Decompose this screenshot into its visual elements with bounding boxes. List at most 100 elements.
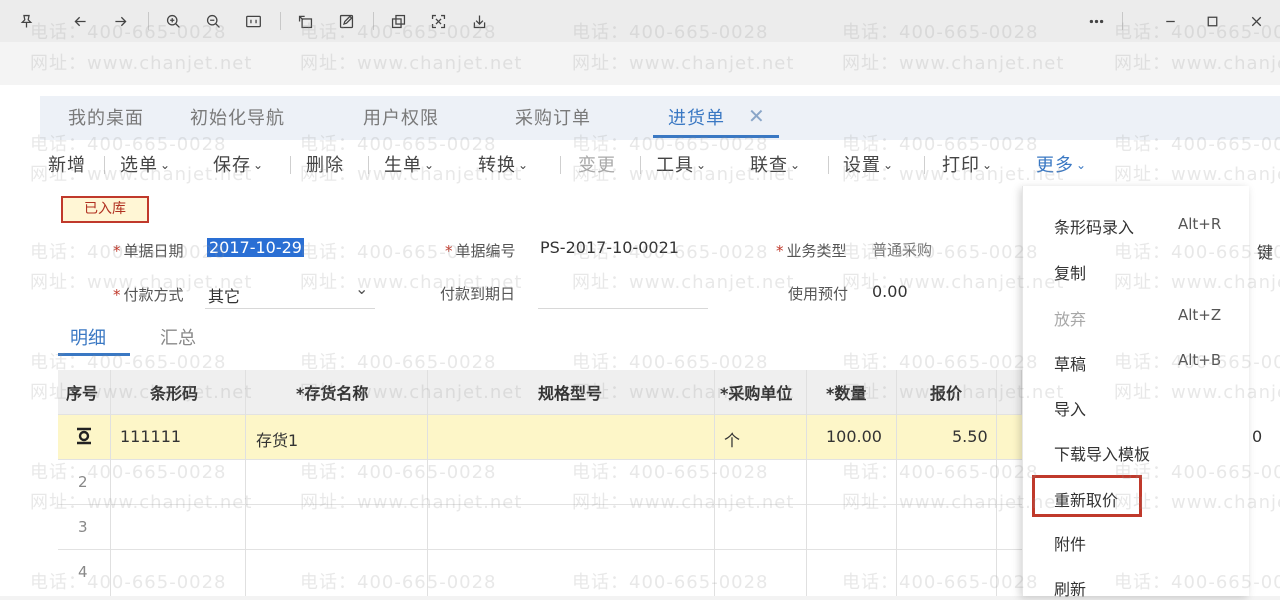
viewer-toolbar bbox=[0, 0, 1280, 42]
menu-item-discard[interactable]: 放弃 bbox=[1054, 306, 1086, 330]
row-number: 3 bbox=[78, 518, 88, 536]
save-label: 保存 bbox=[213, 155, 251, 176]
more-button[interactable]: 更多 ⌄ bbox=[1036, 151, 1087, 177]
date-label: * 单据日期 bbox=[113, 240, 184, 261]
convert-button[interactable]: 转换 ⌄ bbox=[478, 151, 529, 177]
highlight-box bbox=[1032, 475, 1142, 517]
biztype-label-text: 业务类型 bbox=[786, 242, 847, 260]
settings-button[interactable]: 设置 ⌄ bbox=[843, 151, 894, 177]
cell-qty[interactable]: 100.00 bbox=[826, 427, 882, 446]
date-field-value: 2017-10-29 bbox=[207, 238, 304, 257]
chevron-down-icon: ⌄ bbox=[1076, 158, 1088, 172]
print-button[interactable]: 打印 ⌄ bbox=[942, 151, 993, 177]
menu-item-draft[interactable]: 草稿 bbox=[1054, 351, 1086, 375]
shortcut-label: Alt+B bbox=[1178, 351, 1222, 369]
new-button[interactable]: 新增 bbox=[48, 151, 86, 177]
tab-detail[interactable]: 明细 bbox=[70, 324, 106, 350]
edit-icon[interactable] bbox=[332, 7, 360, 35]
shortcut-label: Alt+Z bbox=[1178, 306, 1222, 324]
col-header-index: 序号 bbox=[66, 384, 99, 403]
prepay-field[interactable]: 0.00 bbox=[872, 282, 908, 301]
cut-off-label: 键 bbox=[1257, 243, 1274, 262]
active-tab-indicator bbox=[653, 135, 779, 138]
col-header-name: *存货名称 bbox=[296, 384, 369, 403]
shortcut-label: Alt+R bbox=[1178, 215, 1222, 233]
required-mark: * bbox=[445, 242, 453, 260]
cell-price[interactable]: 5.50 bbox=[952, 427, 988, 446]
save-button[interactable]: 保存 ⌄ bbox=[213, 151, 264, 177]
change-button[interactable]: 变更 bbox=[578, 151, 616, 177]
zoom-out-icon[interactable] bbox=[199, 7, 227, 35]
required-mark: * bbox=[113, 286, 121, 304]
close-icon[interactable] bbox=[1242, 7, 1270, 35]
more-icon[interactable] bbox=[1082, 7, 1110, 35]
pin-icon[interactable] bbox=[12, 7, 40, 35]
cell-unit[interactable]: 个 bbox=[724, 427, 740, 451]
tab-receipt[interactable]: 进货单 bbox=[668, 104, 725, 130]
tab-init-guide[interactable]: 初始化导航 bbox=[190, 104, 285, 130]
query-button[interactable]: 联查 ⌄ bbox=[750, 151, 801, 177]
col-header-qty: *数量 bbox=[826, 384, 867, 403]
chevron-down-icon: ⌄ bbox=[883, 158, 895, 172]
menu-item-copy[interactable]: 复制 bbox=[1054, 260, 1086, 284]
generate-label: 生单 bbox=[384, 155, 422, 176]
chevron-down-icon: ⌄ bbox=[160, 158, 172, 172]
menu-item-attachment[interactable]: 附件 bbox=[1054, 531, 1086, 555]
payment-label-text: 付款方式 bbox=[123, 286, 184, 304]
fit-icon[interactable] bbox=[239, 7, 267, 35]
col-header-unit: *采购单位 bbox=[720, 384, 793, 403]
select-button[interactable]: 选单 ⌄ bbox=[120, 151, 171, 177]
tab-close-icon[interactable]: ✕ bbox=[748, 104, 765, 128]
forward-icon[interactable] bbox=[106, 7, 134, 35]
zoom-in-icon[interactable] bbox=[159, 7, 187, 35]
biztype-field[interactable]: 普通采购 bbox=[872, 239, 932, 260]
tab-user-permissions[interactable]: 用户权限 bbox=[363, 104, 439, 130]
cell-overflow: 0 bbox=[1252, 427, 1263, 446]
number-label: * 单据编号 bbox=[445, 240, 516, 261]
tab-purchase-order[interactable]: 采购订单 bbox=[515, 104, 591, 130]
delete-button[interactable]: 删除 bbox=[306, 151, 344, 177]
chevron-down-icon: ⌄ bbox=[790, 158, 802, 172]
minimize-icon[interactable] bbox=[1156, 7, 1184, 35]
required-mark: * bbox=[113, 242, 121, 260]
generate-button[interactable]: 生单 ⌄ bbox=[384, 151, 435, 177]
chevron-down-icon: ⌄ bbox=[518, 158, 530, 172]
due-date-field[interactable] bbox=[538, 308, 708, 309]
tab-my-desktop[interactable]: 我的桌面 bbox=[68, 104, 144, 130]
col-header-spec: 规格型号 bbox=[538, 384, 603, 403]
copy-text-icon[interactable] bbox=[384, 7, 412, 35]
number-label-text: 单据编号 bbox=[455, 242, 516, 260]
prepay-label: 使用预付 bbox=[788, 285, 849, 303]
settings-label: 设置 bbox=[843, 155, 881, 176]
status-badge-label: 已入库 bbox=[84, 201, 126, 217]
convert-label: 转换 bbox=[478, 155, 516, 176]
payment-label: * 付款方式 bbox=[113, 284, 184, 305]
crop-icon[interactable] bbox=[424, 7, 452, 35]
col-header-price: 报价 bbox=[930, 384, 963, 403]
tools-button[interactable]: 工具 ⌄ bbox=[656, 151, 707, 177]
chevron-down-icon: ⌄ bbox=[424, 158, 436, 172]
maximize-icon[interactable] bbox=[1198, 7, 1226, 35]
menu-item-barcode-entry[interactable]: 条形码录入 bbox=[1054, 214, 1134, 238]
chevron-down-icon[interactable]: ⌄ bbox=[355, 279, 368, 298]
payment-select[interactable]: 其它 bbox=[208, 283, 240, 307]
save-icon[interactable] bbox=[465, 7, 493, 35]
more-label: 更多 bbox=[1036, 155, 1074, 176]
barcode-scan-icon[interactable] bbox=[72, 424, 96, 452]
menu-item-refresh[interactable]: 刷新 bbox=[1054, 576, 1086, 600]
number-field[interactable]: PS-2017-10-0021 bbox=[540, 238, 679, 257]
rotate-icon[interactable] bbox=[291, 7, 319, 35]
cell-name[interactable]: 存货1 bbox=[256, 427, 298, 451]
query-label: 联查 bbox=[750, 155, 788, 176]
chevron-down-icon: ⌄ bbox=[253, 158, 265, 172]
date-label-text: 单据日期 bbox=[123, 242, 184, 260]
chevron-down-icon: ⌄ bbox=[982, 158, 994, 172]
tab-summary[interactable]: 汇总 bbox=[160, 324, 196, 350]
date-field[interactable]: 2017-10-29 bbox=[207, 238, 304, 257]
cell-barcode[interactable]: 111111 bbox=[120, 427, 181, 446]
status-badge: 已入库 bbox=[61, 196, 149, 223]
back-icon[interactable] bbox=[66, 7, 94, 35]
menu-item-import[interactable]: 导入 bbox=[1054, 396, 1086, 420]
menu-item-download-template[interactable]: 下载导入模板 bbox=[1054, 441, 1150, 465]
select-label: 选单 bbox=[120, 155, 158, 176]
